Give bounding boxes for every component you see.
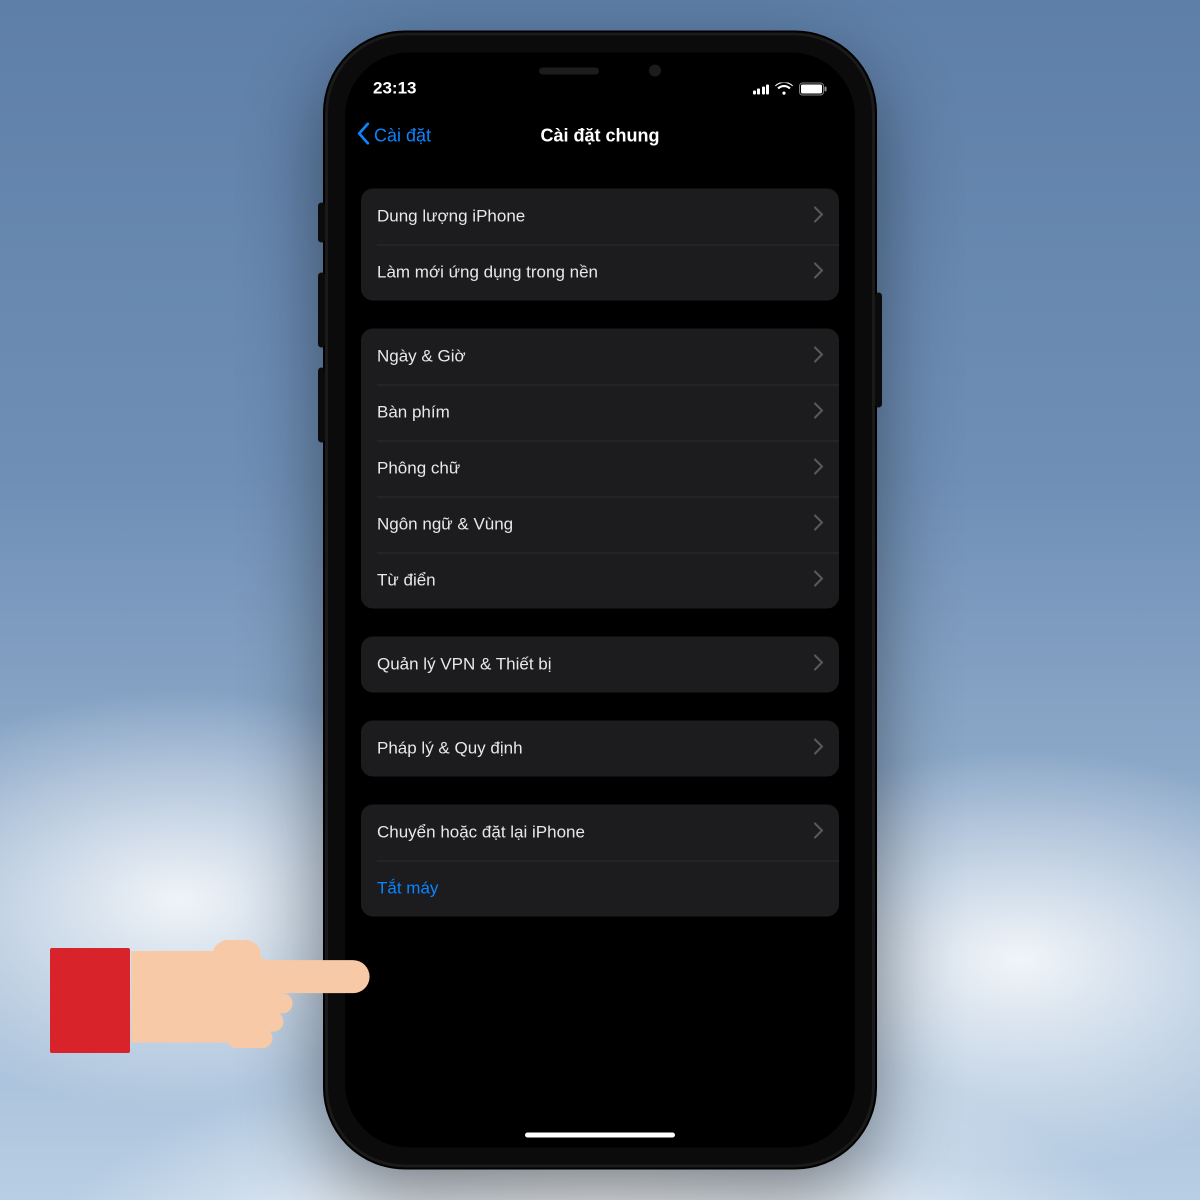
mute-switch (318, 203, 325, 243)
chevron-right-icon (814, 262, 823, 283)
chevron-left-icon (357, 122, 370, 149)
speaker-grille (539, 67, 599, 74)
screen: 23:13 Cài đặt Cài đặt chung Dung lượng i… (345, 53, 855, 1148)
settings-row[interactable]: Pháp lý & Quy định (361, 721, 839, 777)
settings-group: Pháp lý & Quy định (361, 721, 839, 777)
battery-icon (799, 82, 827, 95)
settings-row[interactable]: Từ điển (361, 553, 839, 609)
settings-group: Quản lý VPN & Thiết bị (361, 637, 839, 693)
volume-up-button (318, 273, 325, 348)
settings-row[interactable]: Phông chữ (361, 441, 839, 497)
nav-bar: Cài đặt Cài đặt chung (345, 111, 855, 161)
power-button (875, 293, 882, 408)
volume-down-button (318, 368, 325, 443)
settings-row-label: Pháp lý & Quy định (377, 739, 523, 759)
settings-row[interactable]: Ngày & Giờ (361, 329, 839, 385)
settings-row[interactable]: Dung lượng iPhone (361, 189, 839, 245)
settings-row[interactable]: Tắt máy (361, 861, 839, 917)
chevron-right-icon (814, 570, 823, 591)
settings-row[interactable]: Làm mới ứng dụng trong nền (361, 245, 839, 301)
phone-frame: 23:13 Cài đặt Cài đặt chung Dung lượng i… (323, 31, 877, 1170)
settings-row-label: Từ điển (377, 571, 436, 591)
settings-row-label: Dung lượng iPhone (377, 207, 525, 227)
chevron-right-icon (814, 514, 823, 535)
settings-group: Chuyển hoặc đặt lại iPhone Tắt máy (361, 805, 839, 917)
chevron-right-icon (814, 346, 823, 367)
settings-group: Ngày & Giờ Bàn phím Phông chữ Ngôn ngữ & Vù… (361, 329, 839, 609)
back-button[interactable]: Cài đặt (357, 111, 431, 161)
home-indicator[interactable] (525, 1133, 675, 1138)
chevron-right-icon (814, 654, 823, 675)
status-time: 23:13 (373, 79, 416, 99)
chevron-right-icon (814, 822, 823, 843)
settings-row-label: Làm mới ứng dụng trong nền (377, 263, 598, 283)
chevron-right-icon (814, 206, 823, 227)
pointing-hand-icon (50, 948, 130, 1053)
settings-group: Dung lượng iPhone Làm mới ứng dụng trong … (361, 189, 839, 301)
settings-row[interactable]: Quản lý VPN & Thiết bị (361, 637, 839, 693)
settings-row[interactable]: Chuyển hoặc đặt lại iPhone (361, 805, 839, 861)
settings-row-label: Ngày & Giờ (377, 347, 466, 367)
wifi-icon (775, 82, 793, 95)
hand-cuff (50, 948, 130, 1053)
settings-row[interactable]: Bàn phím (361, 385, 839, 441)
back-label: Cài đặt (374, 125, 431, 146)
settings-list[interactable]: Dung lượng iPhone Làm mới ứng dụng trong … (345, 171, 855, 1148)
settings-row-label: Bàn phím (377, 403, 450, 423)
settings-row-label: Ngôn ngữ & Vùng (377, 515, 513, 535)
settings-row[interactable]: Ngôn ngữ & Vùng (361, 497, 839, 553)
chevron-right-icon (814, 402, 823, 423)
nav-title: Cài đặt chung (540, 125, 659, 146)
notch (485, 53, 715, 89)
front-camera (649, 65, 661, 77)
chevron-right-icon (814, 738, 823, 759)
settings-row-label: Quản lý VPN & Thiết bị (377, 655, 552, 675)
settings-row-label: Tắt máy (377, 879, 438, 899)
cellular-signal-icon (753, 83, 770, 95)
chevron-right-icon (814, 458, 823, 479)
settings-row-label: Chuyển hoặc đặt lại iPhone (377, 823, 585, 843)
settings-row-label: Phông chữ (377, 459, 460, 479)
